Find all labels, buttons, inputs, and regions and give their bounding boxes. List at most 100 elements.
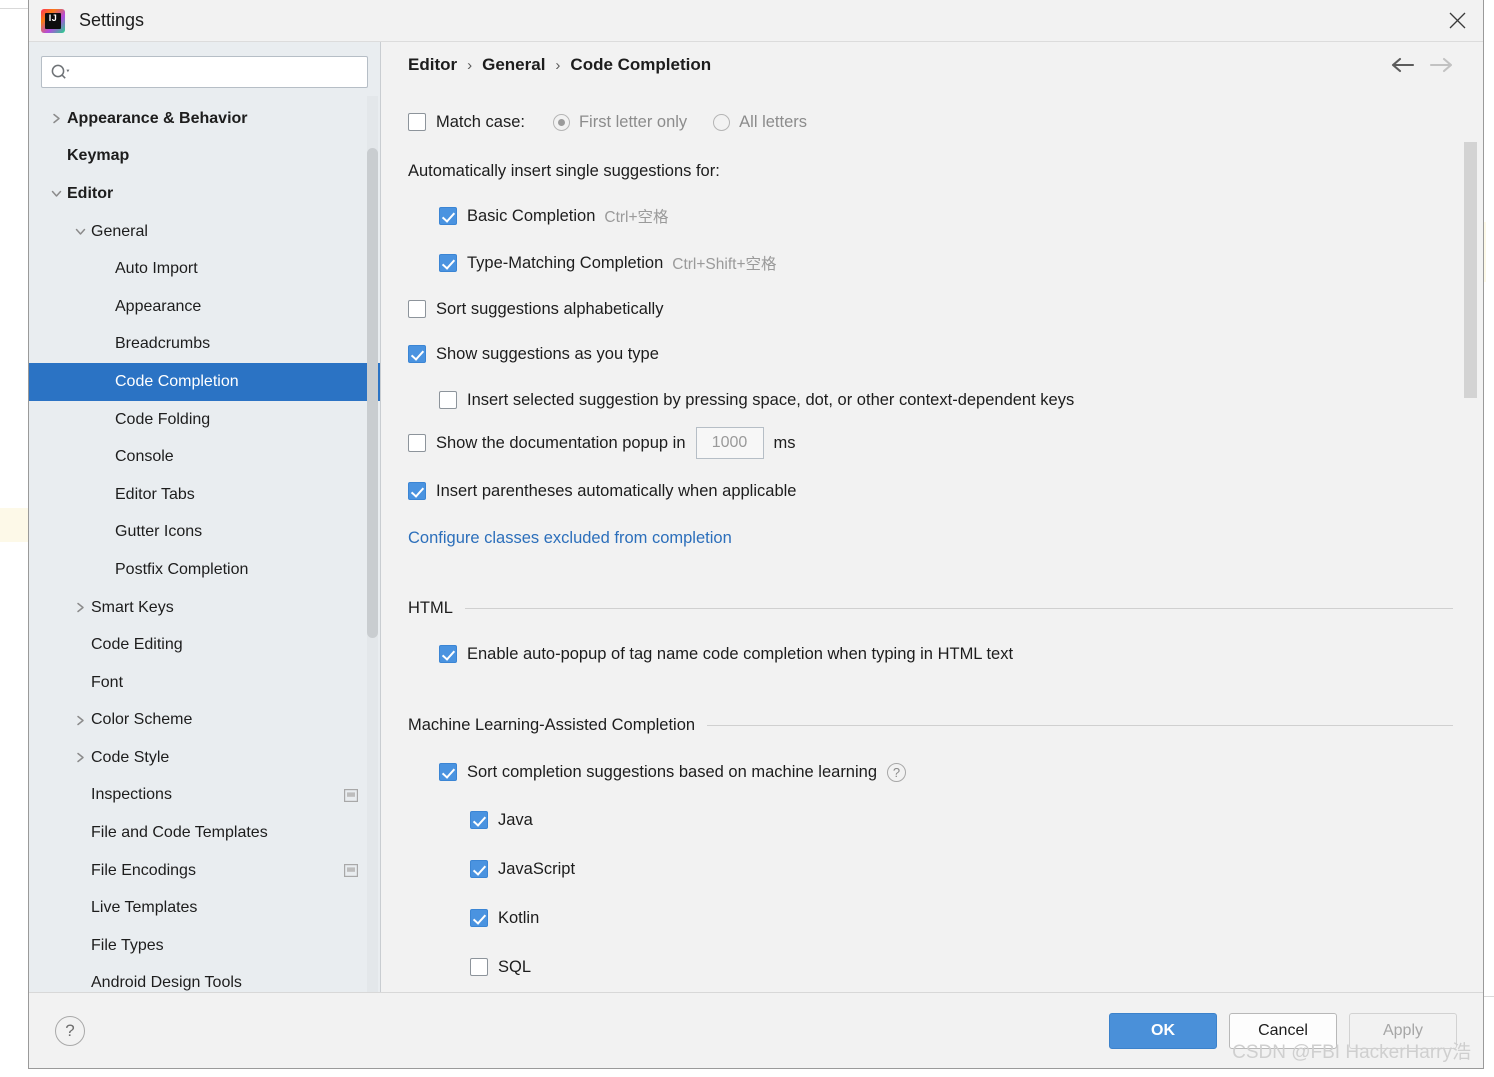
type-matching-completion-shortcut: Ctrl+Shift+空格 xyxy=(672,256,777,273)
search-input[interactable] xyxy=(76,63,359,81)
doc-popup-checkbox[interactable] xyxy=(408,434,426,452)
sidebar-item-code-folding[interactable]: Code Folding xyxy=(29,401,380,439)
sidebar-item-gutter-icons[interactable]: Gutter Icons xyxy=(29,514,380,552)
radio-all-letters-label: All letters xyxy=(739,112,808,131)
radio-first-letter-only-label: First letter only xyxy=(578,112,688,131)
radio-all-letters[interactable] xyxy=(713,113,731,131)
sidebar-item-code-style[interactable]: Code Style xyxy=(29,739,380,777)
sidebar-item-label: Android Design Tools xyxy=(91,974,242,992)
sidebar-scrollbar-thumb[interactable] xyxy=(367,148,378,638)
ml-language-row: Kotlin xyxy=(470,904,1453,932)
help-button[interactable]: ? xyxy=(55,1015,85,1046)
sort-alphabetically-checkbox[interactable] xyxy=(408,300,426,318)
dialog-body: Appearance & Behavior Keymap Editor General… xyxy=(29,42,1483,992)
sidebar-item-file-types[interactable]: File Types xyxy=(29,927,380,965)
sidebar-item-label: Auto Import xyxy=(115,260,198,278)
search-box[interactable] xyxy=(41,56,368,88)
html-section-header: HTML xyxy=(408,599,1453,618)
sidebar-item-font[interactable]: Font xyxy=(29,664,380,702)
sort-alphabetically-row: Sort suggestions alphabetically xyxy=(408,295,1453,323)
chevron-right-icon[interactable] xyxy=(45,112,67,125)
doc-popup-delay-input[interactable]: 1000 xyxy=(695,427,764,459)
type-matching-completion-checkbox[interactable] xyxy=(439,254,457,272)
sidebar-item-smart-keys[interactable]: Smart Keys xyxy=(29,589,380,627)
sidebar-item-file-encodings[interactable]: File Encodings xyxy=(29,852,380,890)
sidebar-item-appearance[interactable]: Appearance xyxy=(29,288,380,326)
breadcrumb-item-general[interactable]: General xyxy=(482,55,545,75)
sidebar-item-label: File and Code Templates xyxy=(91,824,268,842)
ok-button[interactable]: OK xyxy=(1109,1012,1217,1049)
ml-section-rule xyxy=(707,725,1453,726)
cancel-button[interactable]: Cancel xyxy=(1229,1012,1337,1049)
ml-language-checkbox-sql[interactable] xyxy=(470,958,488,976)
match-case-label: Match case: xyxy=(436,112,525,131)
settings-tree: Appearance & Behavior Keymap Editor General… xyxy=(29,98,380,992)
sidebar-item-editor-tabs[interactable]: Editor Tabs xyxy=(29,476,380,514)
sidebar-item-label: Live Templates xyxy=(91,899,198,917)
sidebar-item-inspections[interactable]: Inspections xyxy=(29,777,380,815)
basic-completion-checkbox[interactable] xyxy=(439,207,457,225)
radio-first-letter-only[interactable] xyxy=(552,113,570,131)
html-section-title: HTML xyxy=(408,599,453,617)
intellij-logo-text: IJ xyxy=(48,12,58,23)
show-as-you-type-checkbox[interactable] xyxy=(408,345,426,363)
chevron-right-icon[interactable] xyxy=(69,751,91,764)
ml-language-label: SQL xyxy=(498,957,532,976)
sidebar-item-code-editing[interactable]: Code Editing xyxy=(29,626,380,664)
sidebar-item-general[interactable]: General xyxy=(29,213,380,251)
ml-language-row: SQL xyxy=(470,953,1453,981)
sidebar-item-label: File Types xyxy=(91,936,164,954)
basic-completion-shortcut: Ctrl+空格 xyxy=(604,209,669,226)
intellij-logo-icon: IJ xyxy=(41,8,65,33)
project-scope-icon xyxy=(344,788,358,802)
ml-language-checkbox-java[interactable] xyxy=(470,811,488,829)
sidebar-item-auto-import[interactable]: Auto Import xyxy=(29,250,380,288)
sidebar-item-appearance-behavior[interactable]: Appearance & Behavior xyxy=(29,100,380,138)
chevron-down-icon[interactable] xyxy=(45,188,67,199)
breadcrumb-separator: › xyxy=(467,56,473,74)
ml-language-row: Java xyxy=(470,806,1453,834)
ml-section-header: Machine Learning-Assisted Completion xyxy=(408,716,1453,735)
breadcrumb-item-editor[interactable]: Editor xyxy=(408,55,457,75)
doc-popup-unit-label: ms xyxy=(773,433,796,452)
chevron-right-icon[interactable] xyxy=(69,714,91,727)
sidebar-item-keymap[interactable]: Keymap xyxy=(29,138,380,176)
sidebar-scrollbar[interactable] xyxy=(367,96,378,992)
chevron-right-icon[interactable] xyxy=(69,601,91,614)
sidebar-item-file-and-code-templates[interactable]: File and Code Templates xyxy=(29,814,380,852)
ml-language-label: JavaScript xyxy=(498,859,576,878)
back-arrow-icon[interactable] xyxy=(1389,57,1415,73)
html-autopopup-row: Enable auto-popup of tag name code compl… xyxy=(439,640,1453,668)
sidebar-item-color-scheme[interactable]: Color Scheme xyxy=(29,702,380,740)
ml-language-checkbox-kotlin[interactable] xyxy=(470,909,488,927)
sidebar-item-code-completion[interactable]: Code Completion xyxy=(29,363,380,401)
sidebar-item-label: Keymap xyxy=(67,147,130,165)
breadcrumb-item-code-completion: Code Completion xyxy=(570,55,712,74)
close-icon[interactable] xyxy=(1431,0,1483,41)
basic-completion-row: Basic Completion Ctrl+空格 xyxy=(439,202,1453,230)
sidebar-item-editor[interactable]: Editor xyxy=(29,175,380,213)
configure-excluded-classes-link[interactable]: Configure classes excluded from completi… xyxy=(408,529,732,548)
ml-language-checkbox-javascript[interactable] xyxy=(470,860,488,878)
ml-sort-row: Sort completion suggestions based on mac… xyxy=(439,758,1453,786)
insert-parentheses-checkbox[interactable] xyxy=(408,482,426,500)
sidebar-item-postfix-completion[interactable]: Postfix Completion xyxy=(29,551,380,589)
help-circle-icon[interactable]: ? xyxy=(887,762,907,782)
sidebar-item-live-templates[interactable]: Live Templates xyxy=(29,889,380,927)
ml-section-title: Machine Learning-Assisted Completion xyxy=(408,716,696,734)
sidebar-item-breadcrumbs[interactable]: Breadcrumbs xyxy=(29,326,380,364)
backdrop-highlight-left xyxy=(0,508,28,542)
chevron-down-icon[interactable] xyxy=(69,226,91,237)
insert-parentheses-label: Insert parentheses automatically when ap… xyxy=(436,481,797,500)
ml-sort-checkbox[interactable] xyxy=(439,763,457,781)
sidebar-item-label: Font xyxy=(91,673,124,691)
settings-dialog: IJ Settings Appearance & Behavior Keymap… xyxy=(28,0,1484,1069)
html-autopopup-checkbox[interactable] xyxy=(439,645,457,663)
search-icon xyxy=(50,63,70,81)
sidebar-item-android-design-tools[interactable]: Android Design Tools xyxy=(29,965,380,992)
sidebar-item-label: Code Completion xyxy=(115,372,239,390)
sidebar-item-console[interactable]: Console xyxy=(29,438,380,476)
match-case-checkbox[interactable] xyxy=(408,113,426,131)
content-scrollbar[interactable] xyxy=(1464,142,1477,398)
insert-by-keys-checkbox[interactable] xyxy=(439,391,457,409)
